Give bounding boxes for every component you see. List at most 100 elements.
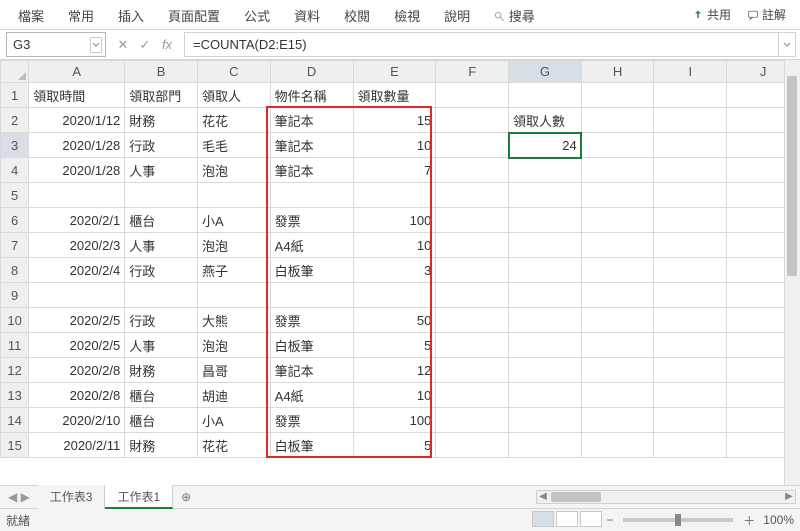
cell-D9[interactable] bbox=[270, 283, 353, 308]
cell-C6[interactable]: 小A bbox=[197, 208, 270, 233]
cell-E5[interactable] bbox=[353, 183, 436, 208]
cell-G14[interactable] bbox=[509, 408, 582, 433]
cell-A10[interactable]: 2020/2/5 bbox=[29, 308, 125, 333]
cell-B11[interactable]: 人事 bbox=[125, 333, 198, 358]
col-header-C[interactable]: C bbox=[197, 61, 270, 83]
cell-B7[interactable]: 人事 bbox=[125, 233, 198, 258]
cell-F3[interactable] bbox=[436, 133, 509, 158]
cell-G5[interactable] bbox=[509, 183, 582, 208]
tab-home[interactable]: 常用 bbox=[56, 0, 106, 30]
view-buttons[interactable] bbox=[532, 511, 604, 530]
cell-I1[interactable] bbox=[654, 83, 727, 108]
cell-D1[interactable]: 物件名稱 bbox=[270, 83, 353, 108]
cell-D15[interactable]: 白板筆 bbox=[270, 433, 353, 458]
cell-F7[interactable] bbox=[436, 233, 509, 258]
cell-E3[interactable]: 10 bbox=[353, 133, 436, 158]
cell-D6[interactable]: 發票 bbox=[270, 208, 353, 233]
col-header-B[interactable]: B bbox=[125, 61, 198, 83]
row-header[interactable]: 3 bbox=[1, 133, 29, 158]
row-header[interactable]: 6 bbox=[1, 208, 29, 233]
sheet-tab-0[interactable]: 工作表3 bbox=[38, 485, 106, 509]
cell-G15[interactable] bbox=[509, 433, 582, 458]
cell-E4[interactable]: 7 bbox=[353, 158, 436, 183]
view-pagebreak-icon[interactable] bbox=[580, 511, 602, 527]
cell-F2[interactable] bbox=[436, 108, 509, 133]
cell-A5[interactable] bbox=[29, 183, 125, 208]
cell-C2[interactable]: 花花 bbox=[197, 108, 270, 133]
comment-button[interactable]: 註解 bbox=[739, 6, 794, 23]
cell-A3[interactable]: 2020/1/28 bbox=[29, 133, 125, 158]
cancel-icon[interactable]: ✕ bbox=[114, 37, 132, 53]
cell-A8[interactable]: 2020/2/4 bbox=[29, 258, 125, 283]
cell-D3[interactable]: 筆記本 bbox=[270, 133, 353, 158]
col-header-G[interactable]: G bbox=[509, 61, 582, 83]
sheet-tab-1[interactable]: 工作表1 bbox=[105, 485, 173, 509]
cell-D13[interactable]: A4紙 bbox=[270, 383, 353, 408]
tab-help[interactable]: 說明 bbox=[432, 0, 482, 30]
cell-A14[interactable]: 2020/2/10 bbox=[29, 408, 125, 433]
cell-H15[interactable] bbox=[581, 433, 654, 458]
cell-G10[interactable] bbox=[509, 308, 582, 333]
cell-I7[interactable] bbox=[654, 233, 727, 258]
cell-I6[interactable] bbox=[654, 208, 727, 233]
zoom-slider[interactable] bbox=[623, 518, 733, 522]
cell-B4[interactable]: 人事 bbox=[125, 158, 198, 183]
cell-I4[interactable] bbox=[654, 158, 727, 183]
row-header[interactable]: 9 bbox=[1, 283, 29, 308]
cell-D5[interactable] bbox=[270, 183, 353, 208]
tab-view[interactable]: 檢視 bbox=[382, 0, 432, 30]
row-header[interactable]: 13 bbox=[1, 383, 29, 408]
cell-C7[interactable]: 泡泡 bbox=[197, 233, 270, 258]
cell-F9[interactable] bbox=[436, 283, 509, 308]
cell-E14[interactable]: 100 bbox=[353, 408, 436, 433]
cell-C10[interactable]: 大熊 bbox=[197, 308, 270, 333]
cell-C3[interactable]: 毛毛 bbox=[197, 133, 270, 158]
cell-E13[interactable]: 10 bbox=[353, 383, 436, 408]
tab-data[interactable]: 資料 bbox=[282, 0, 332, 30]
cell-E2[interactable]: 15 bbox=[353, 108, 436, 133]
cell-E7[interactable]: 10 bbox=[353, 233, 436, 258]
cell-C12[interactable]: 昌哥 bbox=[197, 358, 270, 383]
row-header[interactable]: 11 bbox=[1, 333, 29, 358]
cell-A11[interactable]: 2020/2/5 bbox=[29, 333, 125, 358]
tab-search[interactable]: 搜尋 bbox=[482, 0, 547, 30]
tab-review[interactable]: 校閱 bbox=[332, 0, 382, 30]
cell-E6[interactable]: 100 bbox=[353, 208, 436, 233]
cell-F10[interactable] bbox=[436, 308, 509, 333]
cell-B1[interactable]: 領取部門 bbox=[125, 83, 198, 108]
cell-C14[interactable]: 小A bbox=[197, 408, 270, 433]
select-all-corner[interactable] bbox=[1, 61, 29, 83]
cell-H9[interactable] bbox=[581, 283, 654, 308]
tab-pagelayout[interactable]: 頁面配置 bbox=[156, 0, 232, 30]
cell-F15[interactable] bbox=[436, 433, 509, 458]
cell-H11[interactable] bbox=[581, 333, 654, 358]
cell-E1[interactable]: 領取數量 bbox=[353, 83, 436, 108]
cell-B3[interactable]: 行政 bbox=[125, 133, 198, 158]
cell-G11[interactable] bbox=[509, 333, 582, 358]
row-header[interactable]: 4 bbox=[1, 158, 29, 183]
cell-G7[interactable] bbox=[509, 233, 582, 258]
name-box[interactable]: G3 bbox=[6, 32, 106, 57]
view-normal-icon[interactable] bbox=[532, 511, 554, 527]
cell-F4[interactable] bbox=[436, 158, 509, 183]
cell-G3[interactable]: 24 bbox=[509, 133, 582, 158]
zoom-in-button[interactable]: ＋ bbox=[741, 512, 757, 529]
col-header-I[interactable]: I bbox=[654, 61, 727, 83]
cell-E8[interactable]: 3 bbox=[353, 258, 436, 283]
horizontal-scrollbar[interactable]: ◀▶ bbox=[536, 490, 796, 504]
cell-I11[interactable] bbox=[654, 333, 727, 358]
cell-B2[interactable]: 財務 bbox=[125, 108, 198, 133]
cell-D14[interactable]: 發票 bbox=[270, 408, 353, 433]
tab-insert[interactable]: 插入 bbox=[106, 0, 156, 30]
cell-D10[interactable]: 發票 bbox=[270, 308, 353, 333]
cell-I2[interactable] bbox=[654, 108, 727, 133]
cell-H12[interactable] bbox=[581, 358, 654, 383]
cell-H5[interactable] bbox=[581, 183, 654, 208]
cell-G2[interactable]: 領取人數 bbox=[509, 108, 582, 133]
fx-icon[interactable]: fx bbox=[158, 37, 176, 52]
cell-F1[interactable] bbox=[436, 83, 509, 108]
row-header[interactable]: 2 bbox=[1, 108, 29, 133]
vertical-scrollbar[interactable] bbox=[784, 60, 800, 485]
tab-formulas[interactable]: 公式 bbox=[232, 0, 282, 30]
cell-I8[interactable] bbox=[654, 258, 727, 283]
